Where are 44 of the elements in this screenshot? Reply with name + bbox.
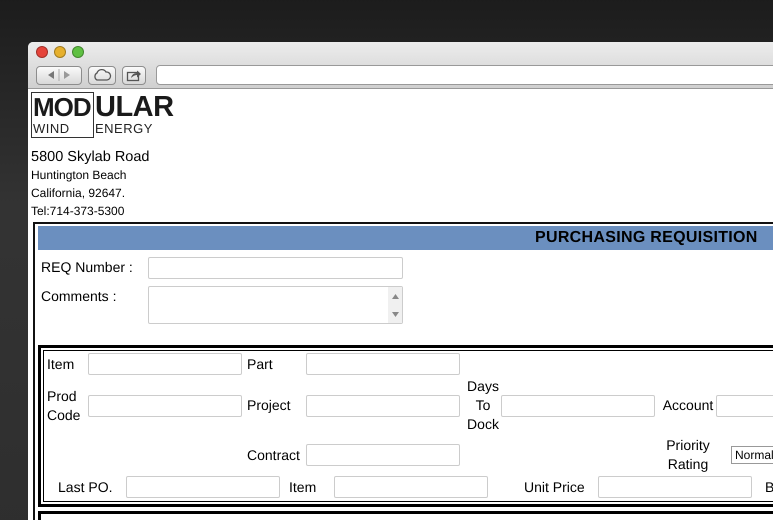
share-icon [126, 68, 142, 82]
input-field[interactable] [88, 394, 242, 416]
field-label: Account [662, 396, 714, 415]
input-field[interactable] [334, 476, 488, 498]
logo-wordmark: ULAR [95, 93, 174, 122]
input-field[interactable] [598, 476, 752, 498]
input-field[interactable] [306, 394, 460, 416]
scrollbar-icon [388, 287, 402, 323]
address-line: 5800 Skylab Road [31, 148, 150, 166]
input-field[interactable] [306, 353, 460, 375]
field-label: REQ Number : [40, 258, 134, 277]
field-label: Days To Dock [466, 377, 500, 434]
input-field[interactable] [306, 444, 460, 466]
text-area[interactable] [148, 286, 403, 324]
field-label: Item [289, 479, 318, 495]
field-label: Contract [247, 446, 301, 464]
field-label: Project [247, 396, 292, 415]
share-button[interactable] [122, 66, 146, 84]
form-title: PURCHASING REQUISITION [535, 229, 758, 247]
field-label: Part [247, 354, 274, 374]
field-label: Priority Rating [665, 436, 711, 474]
logo-wordmark: MOD [33, 93, 91, 122]
close-icon[interactable] [36, 46, 48, 58]
zoom-icon[interactable] [72, 46, 84, 58]
priority-select[interactable]: Normal [731, 446, 773, 464]
field-label: Item [47, 354, 76, 374]
address-line: Huntington Beach [31, 167, 128, 184]
minimize-icon[interactable] [54, 46, 66, 58]
field-label: Comments : [40, 287, 118, 306]
input-field[interactable] [501, 394, 655, 416]
cloud-icon [92, 68, 112, 82]
address-line: Tel:714-373-5300 [31, 203, 126, 220]
input-field[interactable] [148, 257, 403, 279]
field-label: Prod Code [47, 386, 82, 424]
cloud-button[interactable] [88, 66, 116, 84]
field-label: Unit Price [524, 479, 586, 495]
logo-tagline: ENERGY [95, 122, 153, 136]
input-field[interactable] [88, 353, 242, 375]
logo-tagline: WIND [33, 122, 70, 136]
back-forward-button[interactable] [36, 66, 82, 84]
address-bar[interactable] [156, 65, 773, 85]
input-field[interactable] [126, 476, 280, 498]
field-label: Last PO. [58, 479, 114, 495]
address-line: California, 92647. [31, 185, 126, 202]
